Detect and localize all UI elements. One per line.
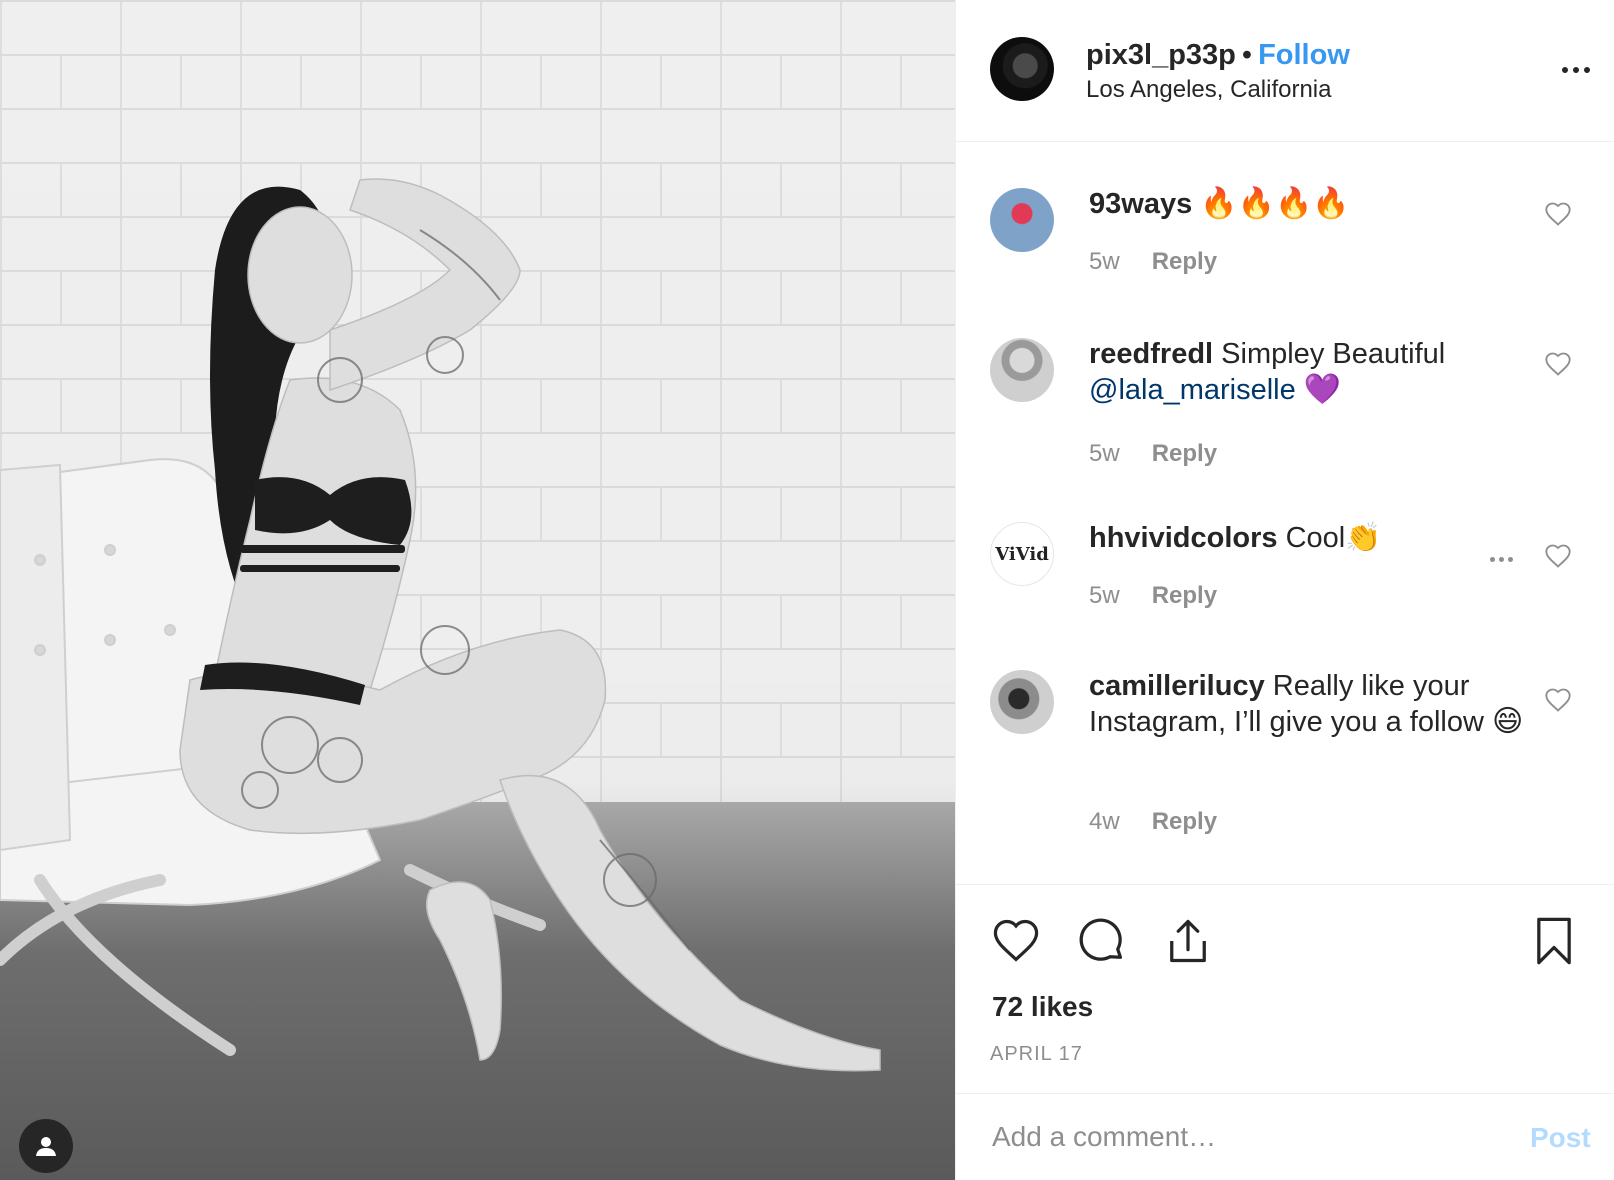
post-location[interactable]: Los Angeles, California xyxy=(1086,76,1331,104)
more-options-icon[interactable] xyxy=(1556,60,1596,80)
comment-username[interactable]: hhvividcolors xyxy=(1089,522,1278,554)
add-comment-bar: Post xyxy=(956,1094,1614,1180)
reply-button[interactable]: Reply xyxy=(1152,440,1217,467)
post-actions: 72 likes APRIL 17 xyxy=(956,884,1614,1094)
comment-time[interactable]: 5w xyxy=(1089,582,1120,609)
author-avatar[interactable] xyxy=(990,37,1054,101)
comment-meta: 4w Reply xyxy=(1089,808,1217,836)
comment-body: Cool👏 xyxy=(1285,522,1382,554)
post-header: pix3l_p33p • Follow Los Angeles, Californi… xyxy=(956,0,1614,142)
comment-text: 93ways 🔥🔥🔥🔥 xyxy=(1089,186,1529,222)
comment-body: 🔥🔥🔥🔥 xyxy=(1200,187,1350,220)
comment-mention[interactable]: @lala_mariselle xyxy=(1089,374,1296,406)
post-date[interactable]: APRIL 17 xyxy=(990,1043,1083,1066)
commenter-avatar[interactable]: ViVid xyxy=(990,522,1054,586)
commenter-avatar[interactable] xyxy=(990,338,1054,402)
comment-options-icon[interactable] xyxy=(1490,554,1524,564)
comment-input[interactable] xyxy=(992,1114,1492,1160)
post-photo[interactable] xyxy=(0,0,955,1180)
comment-text: reedfredl Simpley Beautiful @lala_marise… xyxy=(1089,336,1529,408)
author-username[interactable]: pix3l_p33p xyxy=(1086,39,1236,71)
commenter-avatar[interactable] xyxy=(990,670,1054,734)
user-icon xyxy=(36,1137,56,1156)
comment-body: Simpley Beautiful xyxy=(1221,338,1446,370)
reply-button[interactable]: Reply xyxy=(1152,248,1217,275)
comment-time[interactable]: 5w xyxy=(1089,440,1120,467)
reply-button[interactable]: Reply xyxy=(1152,582,1217,609)
comment-emoji: 😄 xyxy=(1491,705,1524,738)
photo-scene xyxy=(0,178,881,1072)
comment-username[interactable]: camillerilucy xyxy=(1089,670,1265,702)
post-comment-button[interactable]: Post xyxy=(1530,1122,1591,1154)
comment-meta: 5w Reply xyxy=(1089,248,1217,276)
comment-time[interactable]: 5w xyxy=(1089,248,1120,275)
reply-button[interactable]: Reply xyxy=(1152,808,1217,835)
comment-meta: 5w Reply xyxy=(1089,582,1217,610)
comment-username[interactable]: 93ways xyxy=(1089,188,1192,220)
comment-like-heart-icon[interactable] xyxy=(1544,350,1572,378)
comment-meta: 5w Reply xyxy=(1089,440,1217,468)
separator-dot: • xyxy=(1241,39,1253,71)
comment-username[interactable]: reedfredl xyxy=(1089,338,1213,370)
comment-like-heart-icon[interactable] xyxy=(1544,200,1572,228)
comment-time[interactable]: 4w xyxy=(1089,808,1120,835)
comment-bubble-icon[interactable] xyxy=(1076,915,1128,967)
comment-like-heart-icon[interactable] xyxy=(1544,542,1572,570)
bookmark-icon[interactable] xyxy=(1528,915,1580,967)
comment-like-heart-icon[interactable] xyxy=(1544,686,1572,714)
follow-button[interactable]: Follow xyxy=(1258,39,1350,71)
comment-emoji: 💜 xyxy=(1303,373,1342,406)
comment-text: camillerilucy Really like your Instagram… xyxy=(1089,668,1529,740)
commenter-avatar[interactable] xyxy=(990,188,1054,252)
heart-icon[interactable] xyxy=(990,915,1042,967)
likes-count[interactable]: 72 likes xyxy=(992,991,1093,1023)
comment-text: hhvividcolors Cool👏 xyxy=(1089,520,1529,556)
tagged-users-button[interactable] xyxy=(19,1119,73,1173)
post-sidebar: pix3l_p33p • Follow Los Angeles, Californi… xyxy=(955,0,1614,1180)
author-line: pix3l_p33p • Follow xyxy=(1086,38,1350,72)
share-icon[interactable] xyxy=(1162,915,1214,967)
model xyxy=(179,178,881,1072)
avatar-logo-text: ViVid xyxy=(995,543,1049,565)
